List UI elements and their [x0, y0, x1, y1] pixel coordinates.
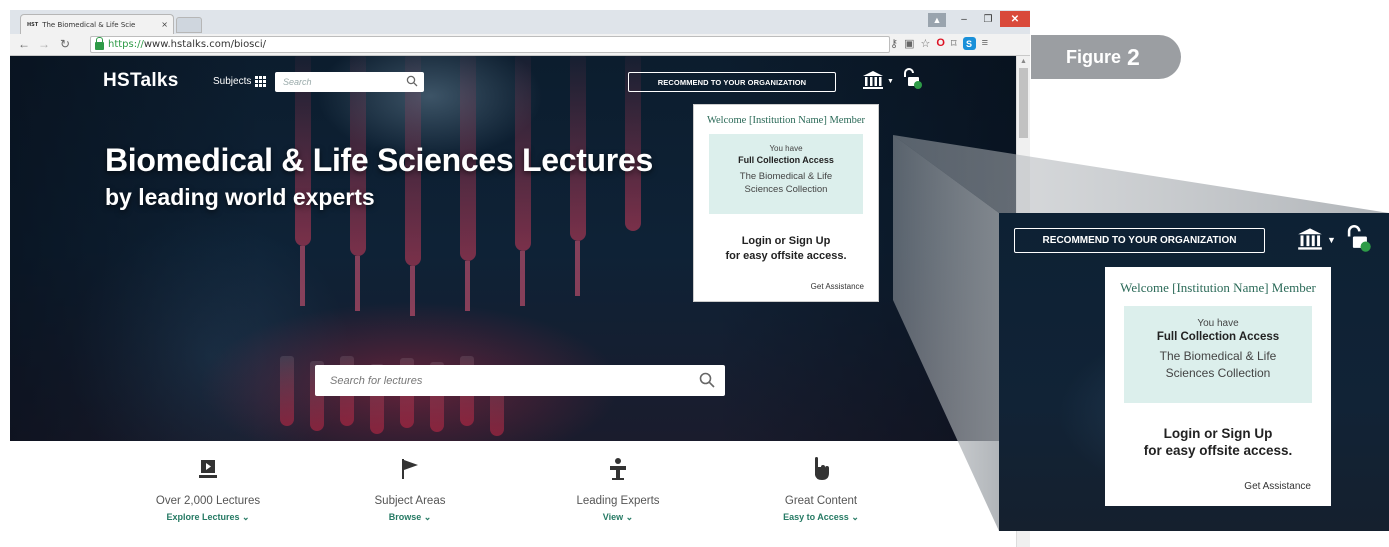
- you-have-label: You have: [1197, 318, 1239, 329]
- login-line1: Login or Sign Up: [1163, 426, 1273, 441]
- access-level: Full Collection Access: [1156, 331, 1280, 343]
- welcome-popover-zoomed: Welcome [Institution Name] Member You ha…: [1105, 267, 1331, 506]
- unlock-icon[interactable]: [1344, 225, 1372, 253]
- welcome-title: Welcome [Institution Name] Member: [1120, 280, 1316, 295]
- collection-name: The Biomedical & Life Sciences Collectio…: [1159, 349, 1277, 380]
- login-signup-link[interactable]: Login or Sign Up for easy offsite access…: [1105, 425, 1331, 459]
- page: HST The Biomedical & Life Scie × ▲ – ❐ ✕…: [0, 0, 1389, 547]
- login-line2: for easy offsite access.: [1143, 443, 1293, 458]
- zoomed-detail: RECOMMEND TO YOUR ORGANIZATION ▼ Welcome…: [999, 213, 1389, 531]
- access-box: You have Full Collection Access The Biom…: [1124, 306, 1312, 403]
- recommend-button-zoomed[interactable]: RECOMMEND TO YOUR ORGANIZATION: [1014, 228, 1265, 253]
- institution-icon[interactable]: [1297, 227, 1323, 251]
- get-assistance-link[interactable]: Get Assistance: [1244, 481, 1311, 492]
- chevron-down-icon[interactable]: ▼: [1327, 235, 1336, 245]
